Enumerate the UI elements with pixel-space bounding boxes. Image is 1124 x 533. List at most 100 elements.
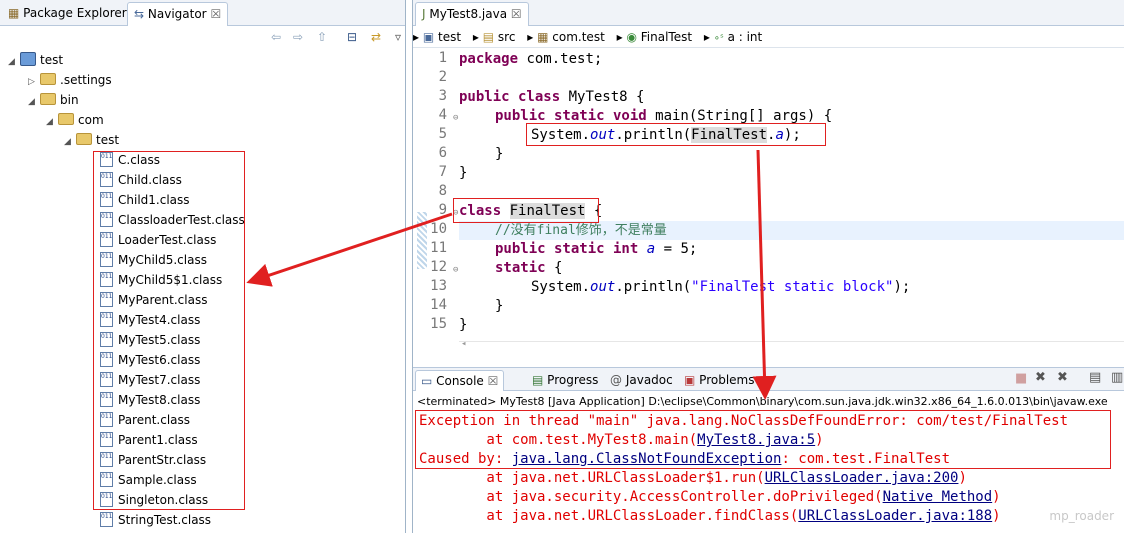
tab-console[interactable]: ▭ Console ☒ (415, 370, 505, 391)
close-icon[interactable]: ☒ (210, 7, 221, 21)
stack-link[interactable]: Native Method (883, 489, 993, 505)
tree-class-file[interactable]: 0110Parent.class (100, 410, 190, 430)
tab-package-explorer[interactable]: ▦ Package Explorer (2, 2, 133, 26)
console-line-1: Exception in thread "main" java.lang.NoC… (419, 413, 1069, 429)
tab-javadoc[interactable]: @ Javadoc (605, 370, 678, 391)
stack-link[interactable]: java.lang.ClassNotFoundException (512, 451, 782, 467)
code-line-15: } (459, 317, 468, 333)
tree-class-file[interactable]: 0110MyTest7.class (100, 370, 200, 390)
expanded-icon: ◢ (64, 137, 71, 147)
fold-icon[interactable]: ⊖ (453, 265, 458, 275)
forward-icon[interactable]: ⇨ (290, 29, 306, 45)
tab-navigator[interactable]: ⇆ Navigator ☒ (127, 2, 229, 26)
up-icon[interactable]: ⇧ (314, 29, 330, 45)
navigator-panel: ▦ Package Explorer ⇆ Navigator ☒ ⇦ ⇨ ⇧ ⊟… (0, 0, 406, 533)
project-icon (20, 52, 36, 66)
class-file-icon: 0110 (100, 192, 113, 207)
editor-area: J MyTest8.java ☒ ▸ ▣ test ▸ ▤ src ▸ ▦ co… (412, 0, 1124, 533)
collapse-all-icon[interactable]: ⊟ (344, 29, 360, 45)
tree-class-file[interactable]: 0110MyTest8.class (100, 390, 200, 410)
tree-class-file[interactable]: 0110ParentStr.class (100, 450, 206, 470)
tree-class-file[interactable]: 0110StringTest.class (100, 510, 211, 530)
tree-bin[interactable]: ◢ bin (28, 90, 79, 110)
close-icon[interactable]: ☒ (511, 7, 522, 21)
console-line-4: at java.net.URLClassLoader$1.run(URLClas… (419, 470, 967, 486)
class-file-icon: 0110 (100, 212, 113, 227)
class-file-icon: 0110 (100, 292, 113, 307)
tree-class-file[interactable]: 0110MyChild5.class (100, 250, 207, 270)
tree-class-file[interactable]: 0110Singleton.class (100, 490, 208, 510)
class-file-icon: 0110 (100, 452, 113, 467)
expanded-icon: ◢ (8, 57, 15, 67)
breadcrumb: ▸ ▣ test ▸ ▤ src ▸ ▦ com.test ▸ ◉ FinalT… (413, 26, 1124, 48)
stack-link[interactable]: URLClassLoader.java:188 (798, 508, 992, 524)
collapsed-icon: ▷ (28, 77, 35, 87)
clear-console-icon[interactable]: ▤ (1089, 370, 1101, 385)
tree-project[interactable]: ◢ test (8, 50, 63, 70)
class-file-icon: 0110 (100, 232, 113, 247)
tree-class-file[interactable]: 0110MyTest4.class (100, 310, 200, 330)
tree-class-file[interactable]: 0110MyParent.class (100, 290, 207, 310)
breadcrumb-item[interactable]: ▸ ▦ com.test (527, 26, 605, 47)
console-tabbar: ▭ Console ☒ ▤ Progress @ Javadoc ▣ Probl… (413, 367, 1124, 391)
class-file-icon: 0110 (100, 352, 113, 367)
stack-link[interactable]: URLClassLoader.java:200 (765, 470, 959, 486)
tree-com[interactable]: ◢ com (46, 110, 104, 130)
tree-class-file[interactable]: 0110LoaderTest.class (100, 230, 216, 250)
console-line-2: at com.test.MyTest8.main(MyTest8.java:5) (419, 432, 824, 448)
expanded-icon: ◢ (28, 97, 35, 107)
link-editor-icon[interactable]: ⇄ (368, 29, 384, 45)
tree-class-file[interactable]: 0110MyTest6.class (100, 350, 200, 370)
back-icon[interactable]: ⇦ (268, 29, 284, 45)
tree-class-file[interactable]: 0110Parent1.class (100, 430, 198, 450)
console-line-5: at java.security.AccessController.doPriv… (419, 489, 1001, 505)
tree-class-file[interactable]: 0110C.class (100, 150, 160, 170)
scroll-lock-icon[interactable]: ▥ (1111, 370, 1123, 385)
tree-class-file[interactable]: 0110MyChild5$1.class (100, 270, 222, 290)
navigator-icon: ⇆ (134, 7, 145, 21)
breadcrumb-item[interactable]: ▸ ▤ src (473, 26, 516, 47)
breadcrumb-item[interactable]: ▸ ◉ FinalTest (617, 26, 692, 47)
editor-tabbar: J MyTest8.java ☒ (413, 0, 1124, 26)
tab-progress[interactable]: ▤ Progress (527, 370, 603, 391)
tab-mytest8-java[interactable]: J MyTest8.java ☒ (415, 2, 529, 26)
tree-test[interactable]: ◢ test (64, 130, 119, 150)
close-icon[interactable]: ☒ (488, 374, 499, 388)
class-file-icon: 0110 (100, 512, 113, 527)
tree-settings[interactable]: ▷ .settings (28, 70, 112, 90)
class-file-icon: 0110 (100, 252, 113, 267)
folder-icon (76, 133, 92, 145)
class-file-icon: 0110 (100, 392, 113, 407)
class-file-icon: 0110 (100, 312, 113, 327)
line-number: 3 (438, 88, 447, 104)
remove-all-icon[interactable]: ✖ (1057, 370, 1068, 385)
tree-class-file[interactable]: 0110ClassloaderTest.class (100, 210, 245, 230)
stack-link[interactable]: MyTest8.java:5 (697, 432, 815, 448)
code-line-7: } (459, 165, 468, 181)
tree-class-file[interactable]: 0110MyTest5.class (100, 330, 200, 350)
watermark: mp_roader (1049, 509, 1114, 523)
breadcrumb-item[interactable]: ▸ ▣ test (413, 26, 461, 47)
code-line-4: public static void main(String[] args) { (495, 108, 833, 124)
folder-icon (40, 73, 56, 85)
package-icon: ▦ (537, 30, 549, 44)
horizontal-scrollbar[interactable]: ◂ (459, 339, 1124, 351)
line-number: 7 (438, 164, 447, 180)
project-icon: ▣ (422, 30, 435, 44)
tree-class-file[interactable]: 0110Child.class (100, 170, 182, 190)
scroll-left-icon[interactable]: ◂ (461, 339, 466, 349)
problems-icon: ▣ (684, 373, 696, 387)
class-file-icon: 0110 (100, 332, 113, 347)
tree-class-file[interactable]: 0110Child1.class (100, 190, 190, 210)
terminate-icon[interactable]: ■ (1015, 371, 1027, 386)
code-editor[interactable]: 1 2 3 4 5 6 7 8 9 10 11 12 13 14 15 package com.test; … (413, 49, 1124, 359)
breadcrumb-item[interactable]: ▸ ∘ˢ a : int (704, 26, 762, 47)
tree-class-file[interactable]: 0110Sample.class (100, 470, 197, 490)
fold-icon[interactable]: ⊖ (453, 208, 458, 218)
remove-launch-icon[interactable]: ✖ (1035, 370, 1046, 385)
tab-problems[interactable]: ▣ Problems (679, 370, 759, 391)
code-line-3: public class MyTest8 { (459, 89, 645, 105)
code-line-5: System.out.println(FinalTest.a); (531, 127, 801, 143)
fold-icon[interactable]: ⊖ (453, 113, 458, 123)
view-menu-icon[interactable]: ▿ (390, 29, 406, 45)
